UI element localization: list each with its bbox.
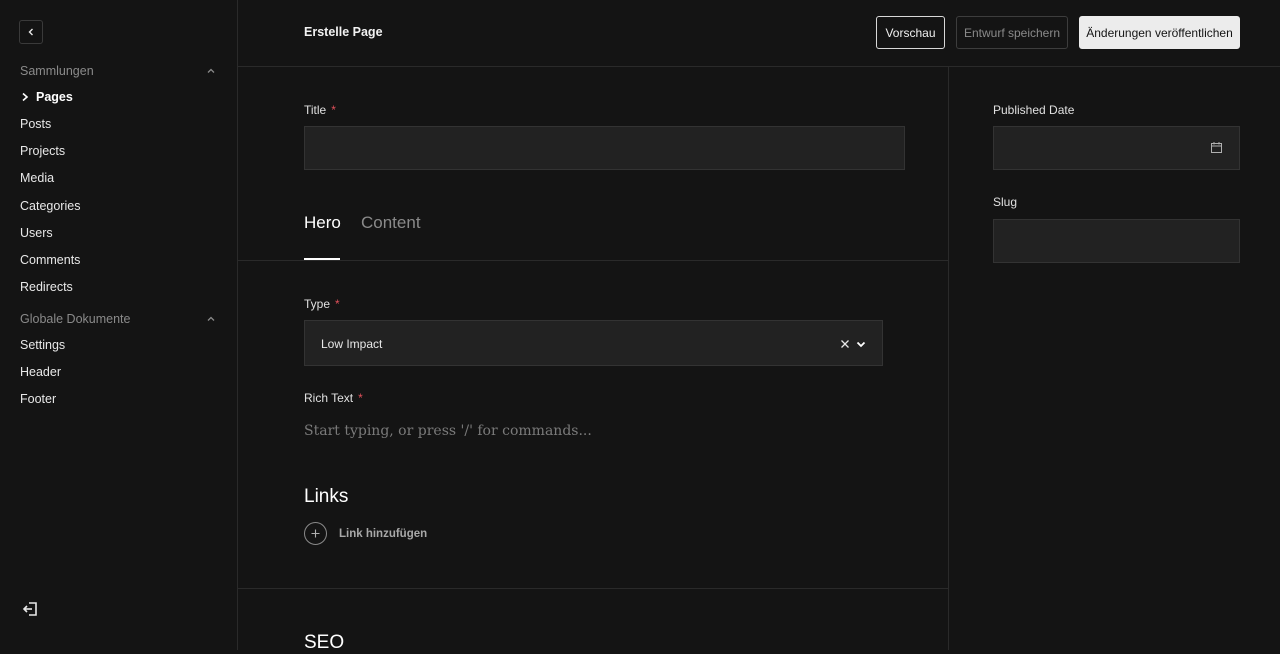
sidebar-item-redirects[interactable]: Redirects (20, 277, 73, 297)
sidebar-item-users[interactable]: Users (20, 223, 53, 243)
sidebar-group-label: Sammlungen (20, 64, 94, 78)
sidebar-item-label: Media (20, 171, 54, 185)
required-mark: * (335, 297, 340, 311)
sidebar-item-pages[interactable]: Pages (20, 87, 73, 107)
sidebar-item-label: Footer (20, 392, 56, 406)
sidebar-group-globale-dokumente[interactable]: Globale Dokumente (20, 309, 216, 329)
top-bar: Erstelle Page Vorschau Entwurf speichern… (238, 0, 1280, 67)
logout-button[interactable] (21, 600, 39, 618)
type-label-text: Type (304, 297, 330, 311)
sidebar-item-label: Header (20, 365, 61, 379)
collapse-sidebar-button[interactable] (19, 20, 43, 44)
required-mark: * (358, 391, 363, 405)
sidebar-item-label: Pages (36, 90, 73, 104)
sidebar-item-label: Categories (20, 199, 80, 213)
slug-label: Slug (993, 195, 1017, 209)
rich-text-editor[interactable]: Start typing, or press '/' for commands.… (304, 423, 883, 445)
tab-hero[interactable]: Hero (304, 213, 341, 260)
active-tab-indicator (304, 258, 340, 260)
title-label: Title * (304, 103, 336, 117)
sidebar-item-label: Comments (20, 253, 80, 267)
main-form: Title * Hero Content Type * Low Impact Ric… (238, 67, 949, 650)
links-heading: Links (304, 486, 348, 508)
section-divider (238, 588, 949, 589)
sidebar-item-label: Redirects (20, 280, 73, 294)
tab-content[interactable]: Content (361, 213, 421, 260)
chevron-up-icon (206, 314, 216, 324)
side-panel: Published Date Slug (950, 67, 1280, 650)
add-link-label: Link hinzufügen (339, 528, 427, 540)
add-link-button[interactable]: Link hinzufügen (304, 522, 427, 545)
sidebar-item-settings[interactable]: Settings (20, 335, 65, 355)
type-select[interactable]: Low Impact (304, 320, 883, 366)
publish-button[interactable]: Änderungen veröffentlichen (1079, 16, 1240, 49)
required-mark: * (331, 103, 336, 117)
page-title: Erstelle Page (304, 25, 383, 39)
sidebar-item-label: Posts (20, 117, 51, 131)
sidebar-item-projects[interactable]: Projects (20, 141, 65, 161)
chevron-up-icon (206, 66, 216, 76)
sidebar-item-label: Projects (20, 144, 65, 158)
preview-button[interactable]: Vorschau (876, 16, 945, 49)
sidebar-item-categories[interactable]: Categories (20, 196, 80, 216)
title-input[interactable] (304, 126, 905, 170)
title-label-text: Title (304, 103, 326, 117)
save-draft-button[interactable]: Entwurf speichern (956, 16, 1068, 49)
sidebar-item-media[interactable]: Media (20, 168, 54, 188)
sidebar-item-header[interactable]: Header (20, 362, 61, 382)
chevron-right-icon (20, 92, 30, 102)
calendar-icon[interactable] (1210, 141, 1223, 154)
rich-text-label: Rich Text * (304, 391, 363, 405)
tabs: Hero Content (238, 200, 949, 261)
chevron-left-icon (26, 27, 36, 37)
sidebar-item-comments[interactable]: Comments (20, 250, 80, 270)
published-date-label: Published Date (993, 103, 1074, 117)
sidebar-group-sammlungen[interactable]: Sammlungen (20, 61, 216, 81)
rich-text-label-text: Rich Text (304, 391, 353, 405)
logout-icon (21, 600, 39, 618)
clear-icon[interactable] (839, 338, 851, 350)
sidebar-item-footer[interactable]: Footer (20, 389, 56, 409)
slug-input[interactable] (993, 219, 1240, 263)
sidebar-group-label: Globale Dokumente (20, 312, 130, 326)
chevron-down-icon[interactable] (855, 338, 867, 350)
sidebar-item-posts[interactable]: Posts (20, 114, 51, 134)
sidebar-item-label: Users (20, 226, 53, 240)
sidebar: Sammlungen Pages Posts Projects Media Ca… (0, 0, 238, 650)
plus-circle-icon (304, 522, 327, 545)
seo-heading: SEO (304, 632, 344, 654)
published-date-input[interactable] (993, 126, 1240, 170)
sidebar-item-label: Settings (20, 338, 65, 352)
type-label: Type * (304, 297, 340, 311)
type-select-value: Low Impact (321, 337, 382, 351)
